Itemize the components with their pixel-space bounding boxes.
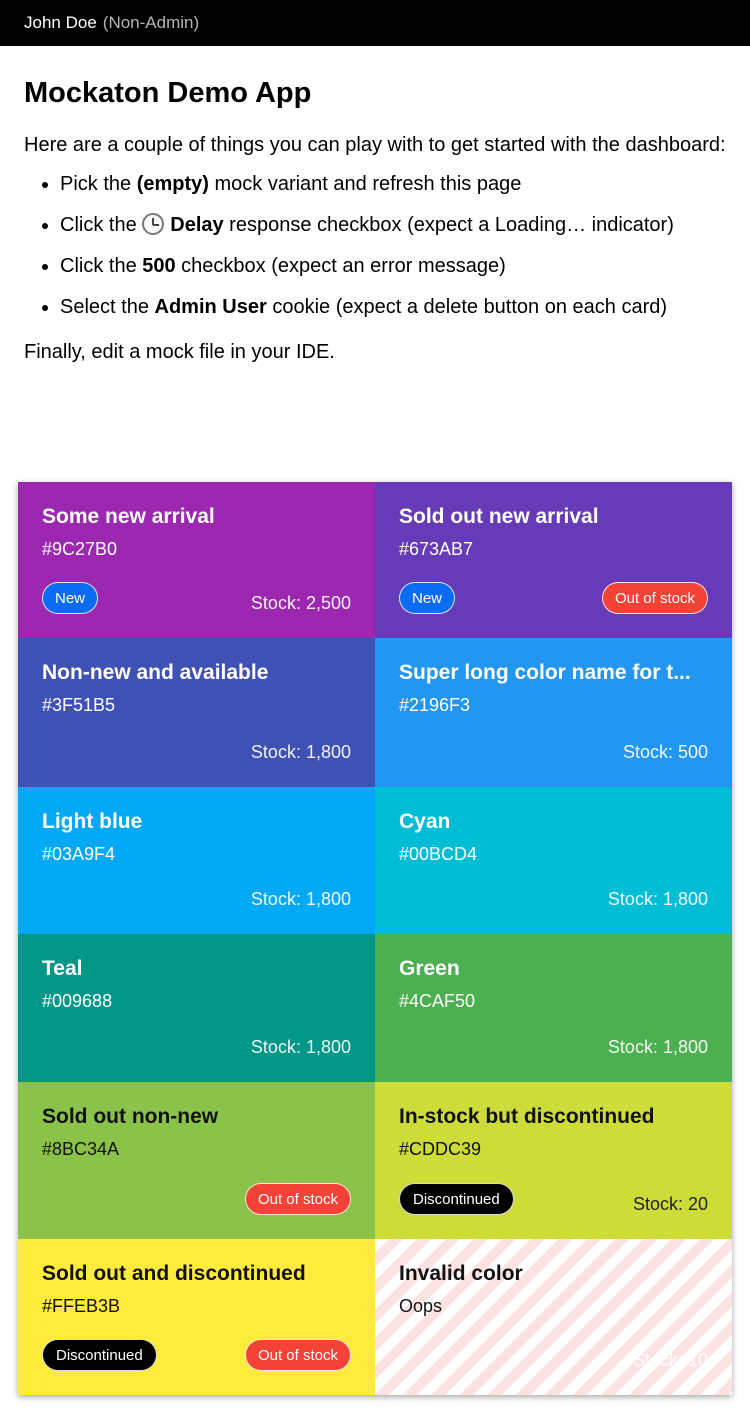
user-bar: John Doe (Non-Admin) (0, 0, 750, 46)
new-badge: New (42, 582, 99, 614)
intro-section: Mockaton Demo App Here are a couple of t… (0, 46, 750, 368)
card-hex: Oops (399, 1296, 443, 1316)
color-card-grid: Some new arrival #9C27B0 New Stock: 2,500 So… (18, 482, 732, 1395)
stock-count: Stock: 2,500 (250, 593, 351, 613)
out-of-stock-badge: Out of stock (601, 582, 708, 614)
color-card[interactable]: Sold out new arrival #673AB7 New Out of sto… (375, 482, 732, 638)
color-card[interactable]: Super long color name for t... #2196F3 Sto… (375, 638, 732, 787)
card-hex: #CDDC39 (399, 1139, 482, 1159)
tip-item: Pick the (empty) mock variant and refres… (60, 169, 726, 200)
stock-count: Stock: 20 (632, 1194, 708, 1214)
color-card[interactable]: Teal #009688 Stock: 1,800 (18, 934, 375, 1082)
stock-count: Stock: 1,800 (250, 742, 351, 762)
card-hex: #2196F3 (399, 695, 471, 715)
color-card[interactable]: Green #4CAF50 Stock: 1,800 (375, 934, 732, 1082)
stock-count: Stock: 1,800 (250, 889, 351, 909)
card-name: Some new arrival (42, 505, 215, 528)
card-name: Cyan (399, 810, 451, 833)
discontinued-badge: Discontinued (42, 1339, 157, 1371)
stock-count: Stock: 1,800 (607, 889, 708, 909)
outro-text: Finally, edit a mock file in your IDE. (24, 341, 335, 363)
card-hex: #8BC34A (42, 1139, 120, 1159)
color-card[interactable]: Sold out non-new #8BC34A Out of stock (18, 1082, 375, 1239)
card-hex: #3F51B5 (42, 695, 116, 715)
intro-text: Here are a couple of things you can play… (24, 134, 726, 156)
card-name: In-stock but discontinued (399, 1105, 655, 1128)
color-card[interactable]: Cyan #00BCD4 Stock: 1,800 (375, 787, 732, 934)
card-hex: #FFEB3B (42, 1296, 121, 1316)
card-hex: #673AB7 (399, 539, 474, 559)
card-name: Light blue (42, 810, 143, 833)
card-hex: #03A9F4 (42, 844, 116, 864)
tips-list: Pick the (empty) mock variant and refres… (60, 169, 726, 323)
color-card[interactable]: In-stock but discontinued #CDDC39 Disconti… (375, 1082, 732, 1239)
color-card[interactable]: Some new arrival #9C27B0 New Stock: 2,500 (18, 482, 375, 638)
tip-item: Click the Delay response checkbox (expec… (60, 210, 726, 241)
color-card[interactable]: Light blue #03A9F4 Stock: 1,800 (18, 787, 375, 934)
card-name: Sold out and discontinued (42, 1262, 306, 1285)
card-hex: #9C27B0 (42, 539, 118, 559)
color-card[interactable]: Invalid color Oops Stock: 10 (375, 1239, 732, 1395)
stock-count: Stock: 1,800 (250, 1037, 351, 1057)
out-of-stock-badge: Out of stock (244, 1339, 351, 1371)
user-role: (Non-Admin) (102, 13, 200, 32)
clock-icon (142, 213, 165, 235)
card-hex: #009688 (42, 991, 113, 1011)
card-hex: #00BCD4 (399, 844, 478, 864)
color-card[interactable]: Non-new and available #3F51B5 Stock: 1,800 (18, 638, 375, 787)
discontinued-badge: Discontinued (399, 1183, 514, 1215)
tip-item: Click the 500 checkbox (expect an error … (60, 251, 726, 282)
card-name: Sold out new arrival (399, 505, 599, 528)
tip-item: Select the Admin User cookie (expect a d… (60, 292, 726, 323)
user-name: John Doe (24, 13, 97, 32)
card-name: Teal (42, 957, 83, 980)
card-name: Non-new and available (42, 661, 269, 684)
stock-count: Stock: 500 (622, 742, 708, 762)
color-card[interactable]: Sold out and discontinued #FFEB3B Disconti… (18, 1239, 375, 1395)
card-name: Sold out non-new (42, 1105, 219, 1128)
stock-count: Stock: 10 (632, 1350, 708, 1370)
stock-count: Stock: 1,800 (607, 1037, 708, 1057)
card-name: Super long color name for t... (399, 661, 691, 684)
card-name: Green (399, 957, 460, 980)
out-of-stock-badge: Out of stock (244, 1183, 351, 1215)
card-name: Invalid color (399, 1262, 523, 1285)
new-badge: New (399, 582, 456, 614)
card-hex: #4CAF50 (399, 991, 476, 1011)
page-title: Mockaton Demo App (24, 77, 312, 109)
